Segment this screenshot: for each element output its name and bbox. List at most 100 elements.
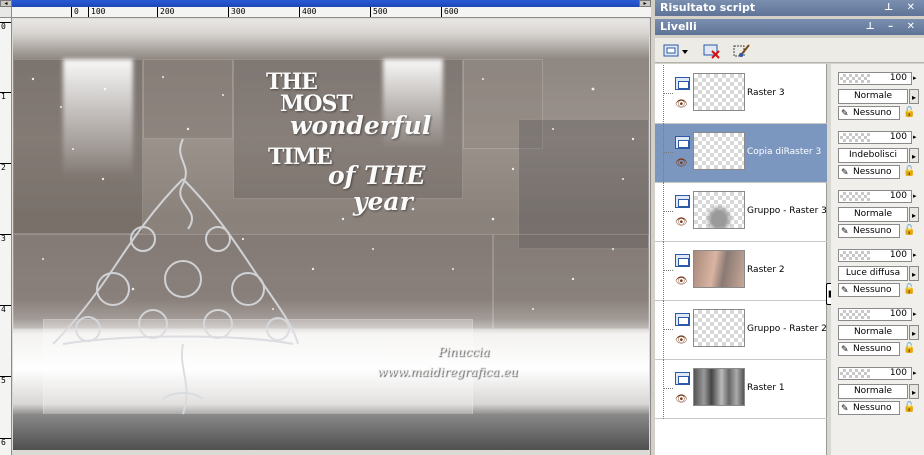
mask-select[interactable]: ✎ Nessuno (838, 342, 900, 356)
blend-mode-select[interactable]: Luce diffusa (838, 266, 908, 281)
opacity-value: 100 (889, 132, 907, 142)
opacity-arrow-icon[interactable]: ▸ (913, 308, 921, 321)
layer-name: Gruppo - Raster 3 (747, 206, 827, 216)
watermark-author: Pinuccia (438, 345, 490, 359)
tree-branch (663, 329, 673, 330)
tree-line (663, 124, 673, 183)
new-layer-dropdown-button[interactable] (661, 41, 691, 60)
mask-brush-icon: ✎ (841, 109, 849, 119)
layers-panel-title[interactable]: Livelli ⊥ – ✕ (655, 19, 924, 35)
blend-dropdown-icon[interactable]: ▸ (909, 207, 919, 222)
raster-layer-icon (675, 372, 690, 385)
layer-properties-list: 100 ▸ Normale ▸ ✎ Nessuno 🔓 100 ▸ Indebolisci ▸ ✎ Ne… (831, 64, 924, 455)
layer-row[interactable]: 👁 Raster 2 (655, 242, 827, 301)
edit-selection-button[interactable] (731, 41, 753, 60)
script-output-panel-title[interactable]: Risultato script ⊥ ✕ (655, 0, 924, 16)
layer-name: Raster 2 (747, 265, 785, 275)
opacity-slider[interactable]: 100 (838, 72, 912, 85)
opacity-arrow-icon[interactable]: ▸ (913, 249, 921, 262)
layer-row[interactable]: 👁 Copia diRaster 3 (655, 124, 827, 183)
ruler-tick: 1 (0, 92, 11, 101)
opacity-slider[interactable]: 100 (838, 190, 912, 203)
layer-row[interactable]: 👁 Gruppo - Raster 3 (655, 183, 827, 242)
delete-layer-button[interactable] (701, 41, 723, 60)
mask-brush-icon: ✎ (841, 227, 849, 237)
layer-thumbnail (693, 132, 745, 170)
blend-dropdown-icon[interactable]: ▸ (909, 89, 919, 104)
opacity-slider[interactable]: 100 (838, 367, 912, 380)
visibility-eye-icon[interactable]: 👁 (675, 277, 690, 287)
visibility-eye-icon[interactable]: 👁 (675, 218, 690, 228)
layer-name: Raster 3 (747, 88, 785, 98)
layer-thumbnail (693, 191, 745, 229)
blend-dropdown-icon[interactable]: ▸ (909, 325, 919, 340)
mask-value: Nessuno (853, 403, 892, 413)
christmas-artwork[interactable]: THE MOST wonderful TIME of THE year Pinu… (13, 19, 649, 450)
vertical-ruler: 0 1 2 3 4 5 6 (0, 18, 12, 455)
tree-branch (663, 152, 673, 153)
scroll-right-arrow[interactable]: ▸ (639, 0, 651, 7)
visibility-eye-icon[interactable]: 👁 (675, 336, 690, 346)
blend-dropdown-icon[interactable]: ▸ (909, 148, 919, 163)
layer-row[interactable]: 👁 Raster 3 (655, 65, 827, 124)
visibility-eye-icon[interactable]: 👁 (675, 100, 690, 110)
new-layer-icon (663, 44, 688, 56)
tree-branch (663, 388, 673, 389)
mask-select[interactable]: ✎ Nessuno (838, 283, 900, 297)
visibility-eye-icon[interactable]: 👁 (675, 395, 690, 405)
opacity-slider[interactable]: 100 (838, 131, 912, 144)
opacity-arrow-icon[interactable]: ▸ (913, 190, 921, 203)
layer-properties: 100 ▸ Luce diffusa ▸ ✎ Nessuno 🔓 (833, 242, 921, 301)
ruler-tick: 500 (370, 7, 387, 17)
blend-mode-select[interactable]: Indebolisci (838, 148, 908, 163)
art-title-line: year (353, 187, 413, 216)
visibility-eye-icon[interactable]: 👁 (675, 159, 690, 169)
lock-icon[interactable]: 🔓 (903, 165, 917, 179)
delete-layer-icon (703, 44, 720, 59)
panel-pin-close-icons[interactable]: ⊥ – ✕ (866, 19, 920, 35)
layer-row[interactable]: 👁 Gruppo - Raster 2 (655, 301, 827, 360)
lock-icon[interactable]: 🔓 (903, 283, 917, 297)
blend-mode-select[interactable]: Normale (838, 384, 908, 399)
horizontal-ruler: 0 100 200 300 400 500 600 (12, 7, 651, 18)
mask-select[interactable]: ✎ Nessuno (838, 401, 900, 415)
layer-thumbnail (693, 309, 745, 347)
layers-toolbar (655, 38, 924, 63)
opacity-value: 100 (889, 191, 907, 201)
lock-icon[interactable]: 🔓 (903, 106, 917, 120)
tree-branch (663, 93, 673, 94)
mask-select[interactable]: ✎ Nessuno (838, 224, 900, 238)
lock-icon[interactable]: 🔓 (903, 224, 917, 238)
ruler-tick: 100 (88, 7, 105, 17)
mask-select[interactable]: ✎ Nessuno (838, 106, 900, 120)
layer-list: 👁 Raster 3 👁 Copia diRaster 3 👁 Gruppo - Rast… (655, 64, 827, 455)
blend-mode-select[interactable]: Normale (838, 207, 908, 222)
mask-brush-icon: ✎ (841, 168, 849, 178)
layer-name: Gruppo - Raster 2 (747, 324, 827, 334)
opacity-arrow-icon[interactable]: ▸ (913, 131, 921, 144)
ruler-tick: 200 (157, 7, 174, 17)
blend-mode-select[interactable]: Normale (838, 325, 908, 340)
mask-value: Nessuno (853, 108, 892, 118)
panel-title-text: Livelli (660, 20, 697, 33)
lock-icon[interactable]: 🔓 (903, 401, 917, 415)
layer-row[interactable]: 👁 Raster 1 (655, 360, 827, 419)
ruler-tick: 4 (0, 305, 11, 314)
panel-pin-close-icons[interactable]: ⊥ ✕ (884, 0, 920, 16)
selection-brush-icon (733, 43, 750, 57)
opacity-slider[interactable]: 100 (838, 308, 912, 321)
blend-dropdown-icon[interactable]: ▸ (909, 266, 919, 281)
lock-icon[interactable]: 🔓 (903, 342, 917, 356)
mask-brush-icon: ✎ (841, 286, 849, 296)
opacity-arrow-icon[interactable]: ▸ (913, 72, 921, 85)
blend-mode-select[interactable]: Normale (838, 89, 908, 104)
opacity-arrow-icon[interactable]: ▸ (913, 367, 921, 380)
scroll-left-arrow[interactable]: ◂ (0, 0, 12, 7)
ruler-corner (0, 7, 12, 18)
layer-name: Raster 1 (747, 383, 785, 393)
mask-select[interactable]: ✎ Nessuno (838, 165, 900, 179)
ruler-tick: 0 (0, 22, 11, 31)
opacity-slider[interactable]: 100 (838, 249, 912, 262)
blend-dropdown-icon[interactable]: ▸ (909, 384, 919, 399)
layer-properties: 100 ▸ Normale ▸ ✎ Nessuno 🔓 (833, 65, 921, 124)
